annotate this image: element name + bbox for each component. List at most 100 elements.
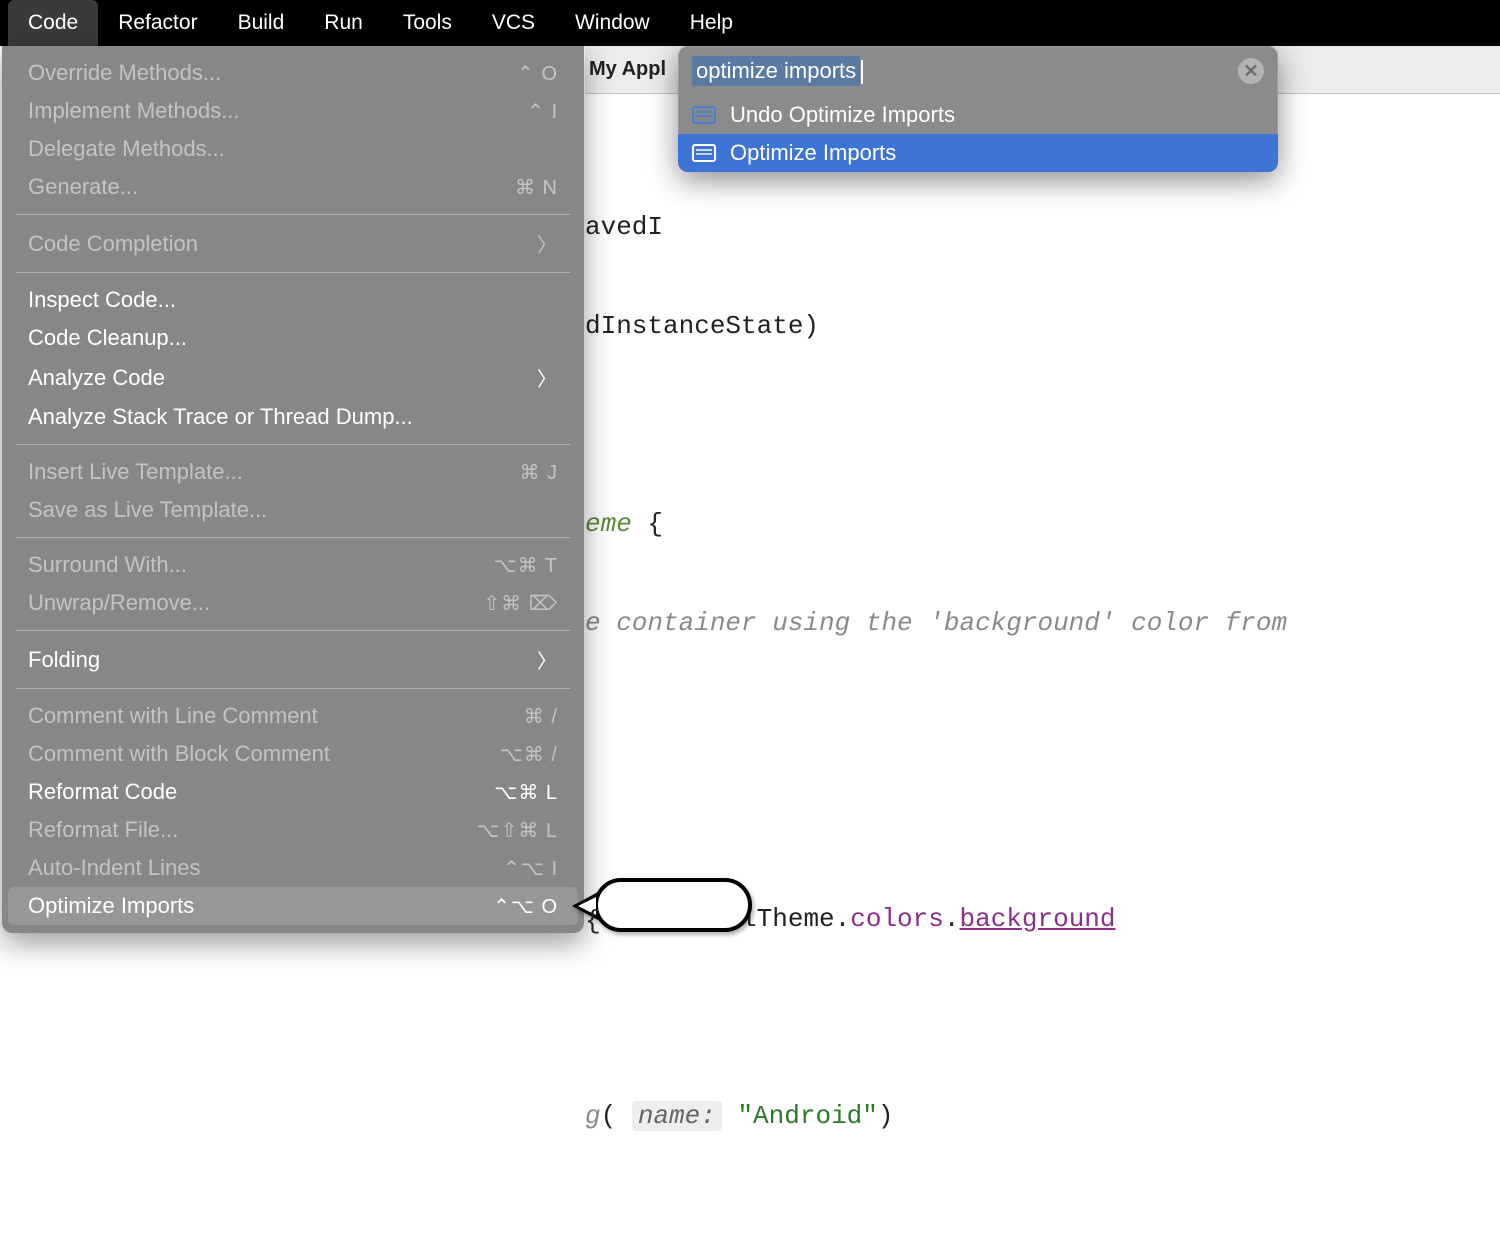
menu-shortcut: ⌥⌘ T bbox=[494, 553, 558, 578]
menu-item-label: Inspect Code... bbox=[28, 287, 176, 313]
code-comment: e container using the 'background' color… bbox=[585, 608, 1287, 638]
menu-item: Comment with Line Comment ⌘ / bbox=[8, 697, 578, 735]
menu-separator bbox=[16, 537, 570, 538]
menu-item[interactable]: Analyze Stack Trace or Thread Dump... bbox=[8, 398, 578, 436]
menu-item[interactable]: Inspect Code... bbox=[8, 281, 578, 319]
menu-separator bbox=[16, 444, 570, 445]
menu-item-label: Reformat File... bbox=[28, 817, 178, 843]
code-frag: ) bbox=[878, 1101, 894, 1131]
code-area[interactable]: avedI dInstanceState) eme { e container … bbox=[585, 94, 1500, 1241]
menu-item: Code Completion 〉 bbox=[8, 223, 578, 264]
code-frag: . bbox=[944, 904, 960, 934]
clear-icon[interactable]: ✕ bbox=[1238, 58, 1264, 84]
search-result-row[interactable]: Undo Optimize Imports bbox=[678, 96, 1278, 134]
menu-separator bbox=[16, 688, 570, 689]
menu-item-label: Comment with Block Comment bbox=[28, 741, 330, 767]
menubar-item-window[interactable]: Window bbox=[555, 0, 670, 46]
menu-item: Implement Methods... ⌃ I bbox=[8, 92, 578, 130]
menu-item-label: Optimize Imports bbox=[28, 893, 194, 919]
menubar-item-tools[interactable]: Tools bbox=[383, 0, 472, 46]
code-frag: colors bbox=[850, 904, 944, 934]
menu-item: Unwrap/Remove... ⇧⌘ ⌦ bbox=[8, 584, 578, 622]
search-input[interactable]: optimize imports bbox=[692, 56, 1228, 86]
menu-shortcut: ⌃ I bbox=[527, 99, 558, 124]
code-frag: g bbox=[585, 1101, 601, 1131]
param-hint: name: bbox=[632, 1101, 722, 1131]
menubar-item-build[interactable]: Build bbox=[218, 0, 305, 46]
menu-item-label: Comment with Line Comment bbox=[28, 703, 318, 729]
menu-item-label: Delegate Methods... bbox=[28, 136, 225, 162]
search-result-label: Undo Optimize Imports bbox=[730, 102, 955, 128]
menu-item: Override Methods... ⌃ O bbox=[8, 54, 578, 92]
menu-item: Surround With... ⌥⌘ T bbox=[8, 546, 578, 584]
menu-item-label: Analyze Code bbox=[28, 365, 165, 391]
menu-item[interactable]: Code Cleanup... bbox=[8, 319, 578, 357]
menu-shortcut: ⌃⌥ O bbox=[493, 894, 558, 919]
code-brace: { bbox=[585, 906, 601, 936]
chevron-right-icon: 〉 bbox=[537, 363, 558, 392]
action-icon bbox=[692, 144, 716, 162]
code-frag: background bbox=[959, 904, 1115, 934]
menu-shortcut: ⌥⌘ L bbox=[494, 780, 558, 805]
menu-item-label: Unwrap/Remove... bbox=[28, 590, 210, 616]
menu-item-label: Implement Methods... bbox=[28, 98, 240, 124]
menu-separator bbox=[16, 630, 570, 631]
search-field-row: optimize imports ✕ bbox=[678, 46, 1278, 96]
menu-item: Auto-Indent Lines ⌃⌥ I bbox=[8, 849, 578, 887]
menu-item[interactable]: Optimize Imports ⌃⌥ O bbox=[8, 887, 578, 925]
text-caret bbox=[861, 60, 863, 84]
menu-shortcut: ⌥⇧⌘ L bbox=[477, 818, 558, 843]
chevron-right-icon: 〉 bbox=[537, 645, 558, 674]
tab-title[interactable]: My Appl bbox=[585, 58, 666, 81]
menubar-item-vcs[interactable]: VCS bbox=[472, 0, 555, 46]
menubar-item-help[interactable]: Help bbox=[670, 0, 753, 46]
menu-shortcut: ⌥⌘ / bbox=[500, 742, 558, 767]
menu-item: Comment with Block Comment ⌥⌘ / bbox=[8, 735, 578, 773]
menu-item: Insert Live Template... ⌘ J bbox=[8, 453, 578, 491]
menu-item-label: Generate... bbox=[28, 174, 138, 200]
callout-body bbox=[594, 878, 752, 932]
menu-item-label: Insert Live Template... bbox=[28, 459, 243, 485]
menu-item-label: Override Methods... bbox=[28, 60, 221, 86]
menubar-item-run[interactable]: Run bbox=[304, 0, 383, 46]
callout-bubble bbox=[594, 878, 752, 932]
menu-shortcut: ⌃⌥ I bbox=[503, 856, 558, 881]
code-string: "Android" bbox=[737, 1101, 877, 1131]
menu-item: Save as Live Template... bbox=[8, 491, 578, 529]
menu-shortcut: ⇧⌘ ⌦ bbox=[483, 591, 558, 616]
code-frag: { bbox=[632, 509, 663, 539]
menubar-item-code[interactable]: Code bbox=[8, 0, 98, 46]
menu-item-label: Analyze Stack Trace or Thread Dump... bbox=[28, 404, 413, 430]
menu-separator bbox=[16, 214, 570, 215]
help-search-popup: optimize imports ✕ Undo Optimize Imports… bbox=[678, 46, 1278, 172]
editor-area: My Appl avedI dInstanceState) eme { e co… bbox=[585, 46, 1500, 1092]
code-menu-dropdown: Override Methods... ⌃ O Implement Methods.… bbox=[2, 46, 584, 933]
menu-item-label: Auto-Indent Lines bbox=[28, 855, 200, 881]
menu-item: Delegate Methods... bbox=[8, 130, 578, 168]
code-frag: dInstanceState) bbox=[585, 311, 819, 341]
menu-item[interactable]: Analyze Code 〉 bbox=[8, 357, 578, 398]
chevron-right-icon: 〉 bbox=[537, 229, 558, 258]
menu-separator bbox=[16, 272, 570, 273]
menu-item[interactable]: Reformat Code ⌥⌘ L bbox=[8, 773, 578, 811]
action-icon bbox=[692, 106, 716, 124]
menu-item-label: Reformat Code bbox=[28, 779, 177, 805]
menu-item-label: Folding bbox=[28, 647, 100, 673]
code-frag: avedI bbox=[585, 212, 663, 242]
menu-shortcut: ⌘ N bbox=[515, 175, 558, 200]
menu-shortcut: ⌃ O bbox=[517, 61, 558, 86]
search-result-row[interactable]: Optimize Imports bbox=[678, 134, 1278, 172]
menubar: Code Refactor Build Run Tools VCS Window… bbox=[0, 0, 1500, 46]
menu-shortcut: ⌘ J bbox=[519, 460, 558, 485]
code-frag: ( bbox=[601, 1101, 617, 1131]
search-input-text: optimize imports bbox=[692, 56, 860, 86]
menu-item-label: Code Completion bbox=[28, 231, 198, 257]
menu-item: Reformat File... ⌥⇧⌘ L bbox=[8, 811, 578, 849]
code-frag: eme bbox=[585, 509, 632, 539]
menu-item-label: Surround With... bbox=[28, 552, 187, 578]
menu-shortcut: ⌘ / bbox=[524, 704, 558, 729]
menu-item-label: Save as Live Template... bbox=[28, 497, 267, 523]
menubar-item-refactor[interactable]: Refactor bbox=[98, 0, 217, 46]
menu-item[interactable]: Folding 〉 bbox=[8, 639, 578, 680]
menu-item-label: Code Cleanup... bbox=[28, 325, 187, 351]
